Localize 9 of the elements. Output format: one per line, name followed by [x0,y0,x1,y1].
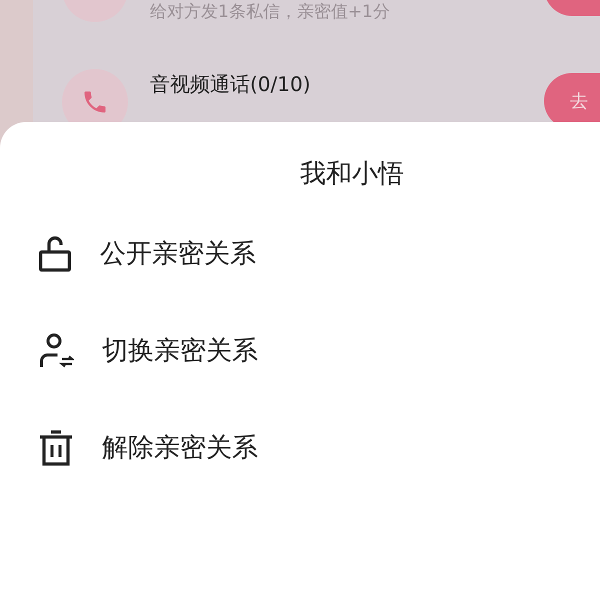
menu-item[interactable]: 切换亲密关系 [102,333,258,368]
sheet-title: 我和小悟 [300,158,404,191]
task-title: 音视频通话(0/10) [150,71,311,97]
task-description: 给对方发1条私信，亲密值+1分 [150,1,390,23]
user-switch-icon [38,332,74,370]
menu-item[interactable]: 公开亲密关系 [100,236,256,271]
unlock-icon [38,234,72,272]
menu-item[interactable]: 解除亲密关系 [102,430,258,465]
trash-icon [38,428,74,466]
